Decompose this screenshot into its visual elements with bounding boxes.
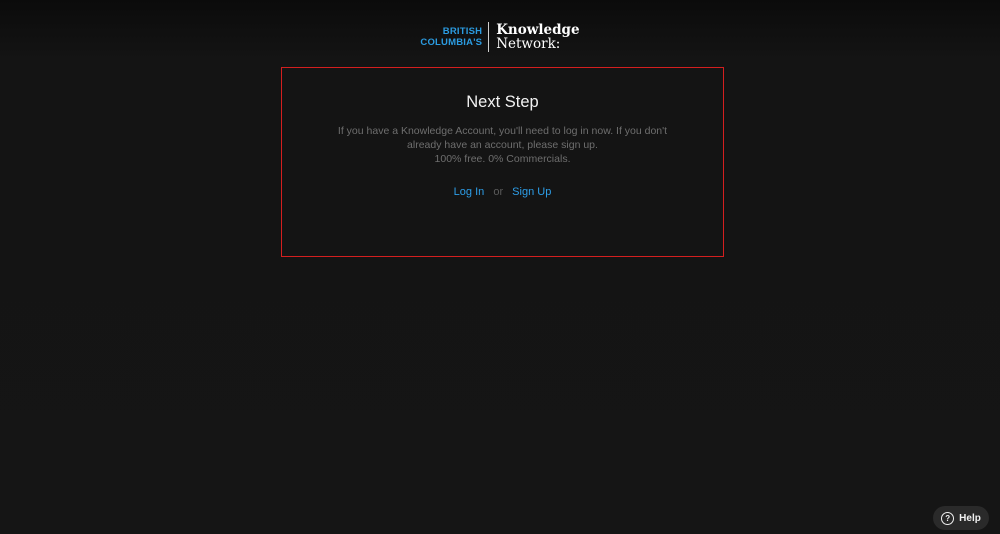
or-separator: or [493, 186, 504, 198]
login-link[interactable]: Log In [454, 186, 485, 198]
card-description: If you have a Knowledge Account, you'll … [322, 124, 683, 166]
card-description-line: already have an account, please sign up. [407, 139, 598, 151]
page: BRITISH COLUMBIA'S Knowledge Network: Ne… [0, 0, 1000, 534]
card-description-line: 100% free. 0% Commercials. [434, 153, 571, 165]
logo-columbias: COLUMBIA'S [420, 37, 483, 48]
logo-knowledge: Knowledge [496, 22, 580, 38]
card-description-line: If you have a Knowledge Account, you'll … [337, 125, 668, 137]
logo-region-text: BRITISH COLUMBIA'S [420, 26, 482, 48]
logo-brand-text: Knowledge Network: [496, 23, 579, 51]
site-logo[interactable]: BRITISH COLUMBIA'S Knowledge Network: [0, 22, 1000, 52]
signup-link[interactable]: Sign Up [512, 186, 551, 198]
logo-british: BRITISH [442, 26, 483, 37]
help-button[interactable]: ? Help [933, 506, 989, 530]
logo-divider [488, 22, 490, 52]
logo-network: Network: [496, 36, 561, 52]
logo-container[interactable]: BRITISH COLUMBIA'S Knowledge Network: [420, 22, 580, 52]
question-circle-icon: ? [941, 511, 955, 525]
next-step-card: Next Step If you have a Knowledge Accoun… [281, 67, 724, 257]
card-actions: Log In or Sign Up [282, 186, 723, 198]
card-title: Next Step [466, 93, 539, 111]
help-label: Help [959, 512, 981, 524]
